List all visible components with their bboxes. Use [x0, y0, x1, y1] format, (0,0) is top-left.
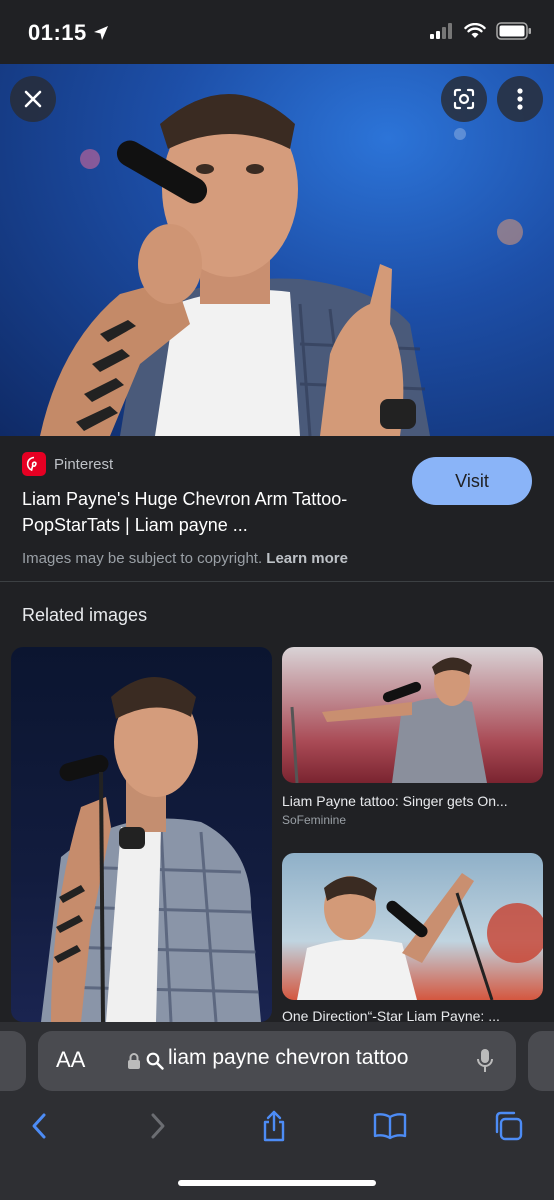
status-time: 01:15 — [28, 20, 87, 45]
pinterest-icon — [22, 452, 46, 476]
close-icon — [24, 90, 42, 108]
forward-button[interactable] — [140, 1108, 176, 1144]
lens-icon — [453, 88, 475, 110]
tabs-button[interactable] — [490, 1108, 526, 1144]
status-bar: 01:15 — [0, 0, 554, 64]
tabs-icon — [495, 1111, 523, 1141]
related-image-1-illustration — [41, 677, 261, 1022]
reader-settings-button[interactable]: AA — [56, 1047, 85, 1073]
close-button[interactable] — [10, 76, 56, 122]
signal-icon — [430, 23, 452, 39]
related-images-heading: Related images — [22, 605, 148, 625]
visit-button[interactable]: Visit — [412, 457, 532, 505]
source-name: Pinterest — [54, 455, 114, 473]
location-arrow-icon — [94, 26, 108, 40]
wifi-icon — [464, 23, 486, 38]
divider — [0, 581, 554, 582]
related-image-2[interactable] — [282, 647, 543, 783]
learn-more-link[interactable]: Learn more — [266, 550, 348, 567]
battery-icon — [496, 22, 531, 40]
aa-label: AA — [56, 1047, 86, 1072]
address-bar[interactable]: AA liam payne chevron tattoo — [38, 1031, 516, 1091]
main-image[interactable] — [0, 64, 554, 436]
book-icon — [373, 1113, 407, 1140]
status-icons — [430, 22, 532, 40]
related-image-3-illustration — [297, 873, 543, 1000]
result-info: Pinterest Liam Payne's Huge Chevron Arm … — [0, 436, 554, 582]
source-row[interactable]: Pinterest — [22, 452, 113, 476]
more-button[interactable] — [497, 76, 543, 122]
back-button[interactable] — [21, 1108, 57, 1144]
lens-button[interactable] — [441, 76, 487, 122]
more-vert-icon — [517, 88, 523, 110]
related-image-2-caption[interactable]: Liam Payne tattoo: Singer gets On... — [282, 793, 543, 809]
copyright-notice: Images may be subject to copyright. Lear… — [22, 550, 348, 567]
related-image-3[interactable] — [282, 853, 543, 1000]
related-image-2-source: SoFeminine — [282, 813, 347, 827]
share-button[interactable] — [256, 1108, 292, 1144]
copyright-text: Images may be subject to copyright. — [22, 550, 263, 567]
related-image-2-illustration — [290, 657, 487, 783]
bookmarks-button[interactable] — [372, 1108, 408, 1144]
chevron-right-icon — [151, 1113, 165, 1139]
next-tab-pill[interactable] — [528, 1031, 554, 1091]
share-icon — [263, 1110, 285, 1142]
search-icon — [146, 1052, 164, 1070]
previous-tab-pill[interactable] — [0, 1031, 26, 1091]
browser-toolbar — [0, 1088, 554, 1164]
microphone-icon[interactable] — [476, 1048, 494, 1074]
lock-icon — [128, 1053, 140, 1069]
home-indicator — [178, 1180, 376, 1186]
related-image-1[interactable] — [11, 647, 272, 1022]
chevron-left-icon — [32, 1113, 46, 1139]
url-text: liam payne chevron tattoo — [168, 1046, 409, 1069]
result-title[interactable]: Liam Payne's Huge Chevron Arm Tattoo- Po… — [22, 486, 402, 538]
